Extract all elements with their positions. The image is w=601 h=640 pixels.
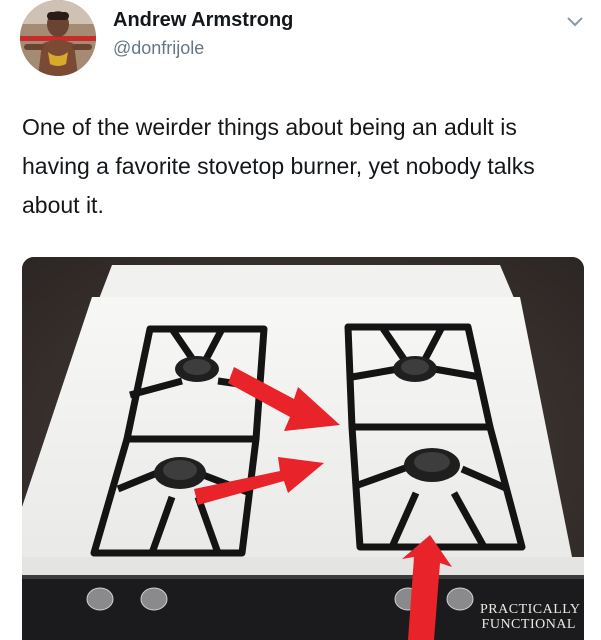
photo-watermark: Practically Functional <box>480 602 581 632</box>
author-name[interactable]: Andrew Armstrong <box>113 9 293 32</box>
watermark-line2: Functional <box>481 617 576 632</box>
tweet-header: Andrew Armstrong @donfrijole <box>0 0 601 90</box>
watermark-line1: Practically <box>480 602 581 617</box>
chevron-down-icon[interactable] <box>566 16 584 28</box>
tweet-text: One of the weirder things about being an… <box>22 114 535 218</box>
avatar-photo <box>20 0 96 76</box>
avatar[interactable] <box>20 0 96 76</box>
tweet-photo[interactable]: Practically Functional <box>22 257 584 640</box>
author-handle[interactable]: @donfrijole <box>113 38 204 59</box>
stovetop-image <box>22 257 584 640</box>
